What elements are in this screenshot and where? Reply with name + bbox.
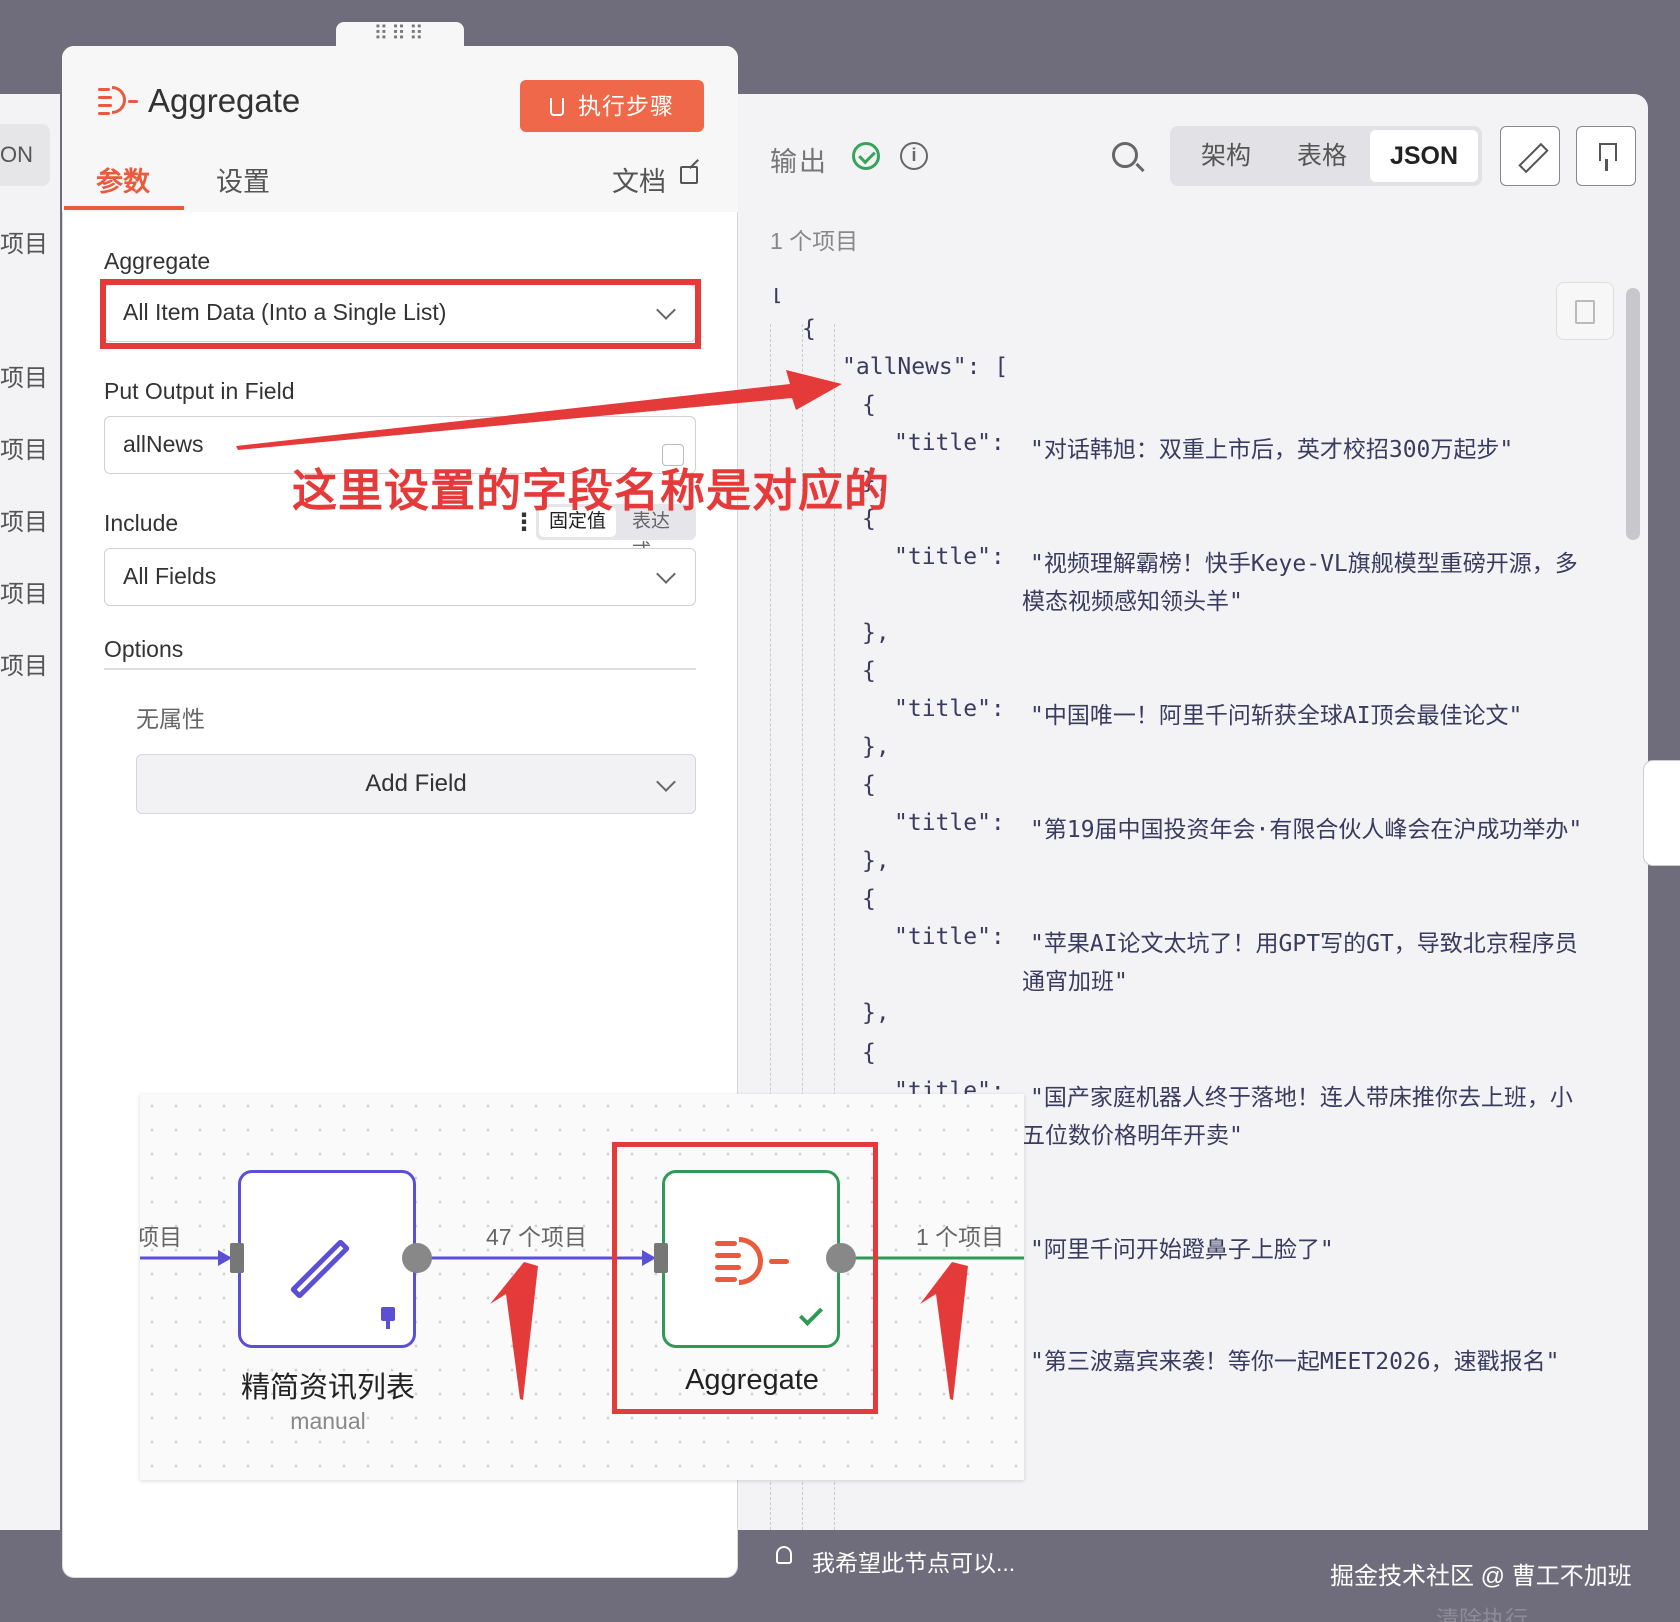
annotation-text: 这里设置的字段名称是对应的 — [292, 465, 891, 516]
node1-label: 精简资讯列表 — [240, 1372, 415, 1404]
edge-label-1: 1 个项目 — [916, 1224, 1005, 1250]
pencil-icon — [289, 1238, 351, 1300]
pin-icon — [381, 1307, 395, 1329]
edge-label-in: 项目 — [140, 1224, 182, 1250]
node-manual[interactable] — [238, 1170, 416, 1348]
workflow-canvas: 项目 精简资讯列表 manual 47 个项目 Aggregate 1 个项目 — [140, 1094, 1024, 1480]
node-output-port[interactable] — [402, 1243, 432, 1273]
edge-label-47: 47 个项目 — [486, 1224, 587, 1250]
highlight-box — [612, 1142, 878, 1414]
node-input-port[interactable] — [230, 1243, 244, 1273]
node1-sublabel: manual — [290, 1408, 366, 1434]
